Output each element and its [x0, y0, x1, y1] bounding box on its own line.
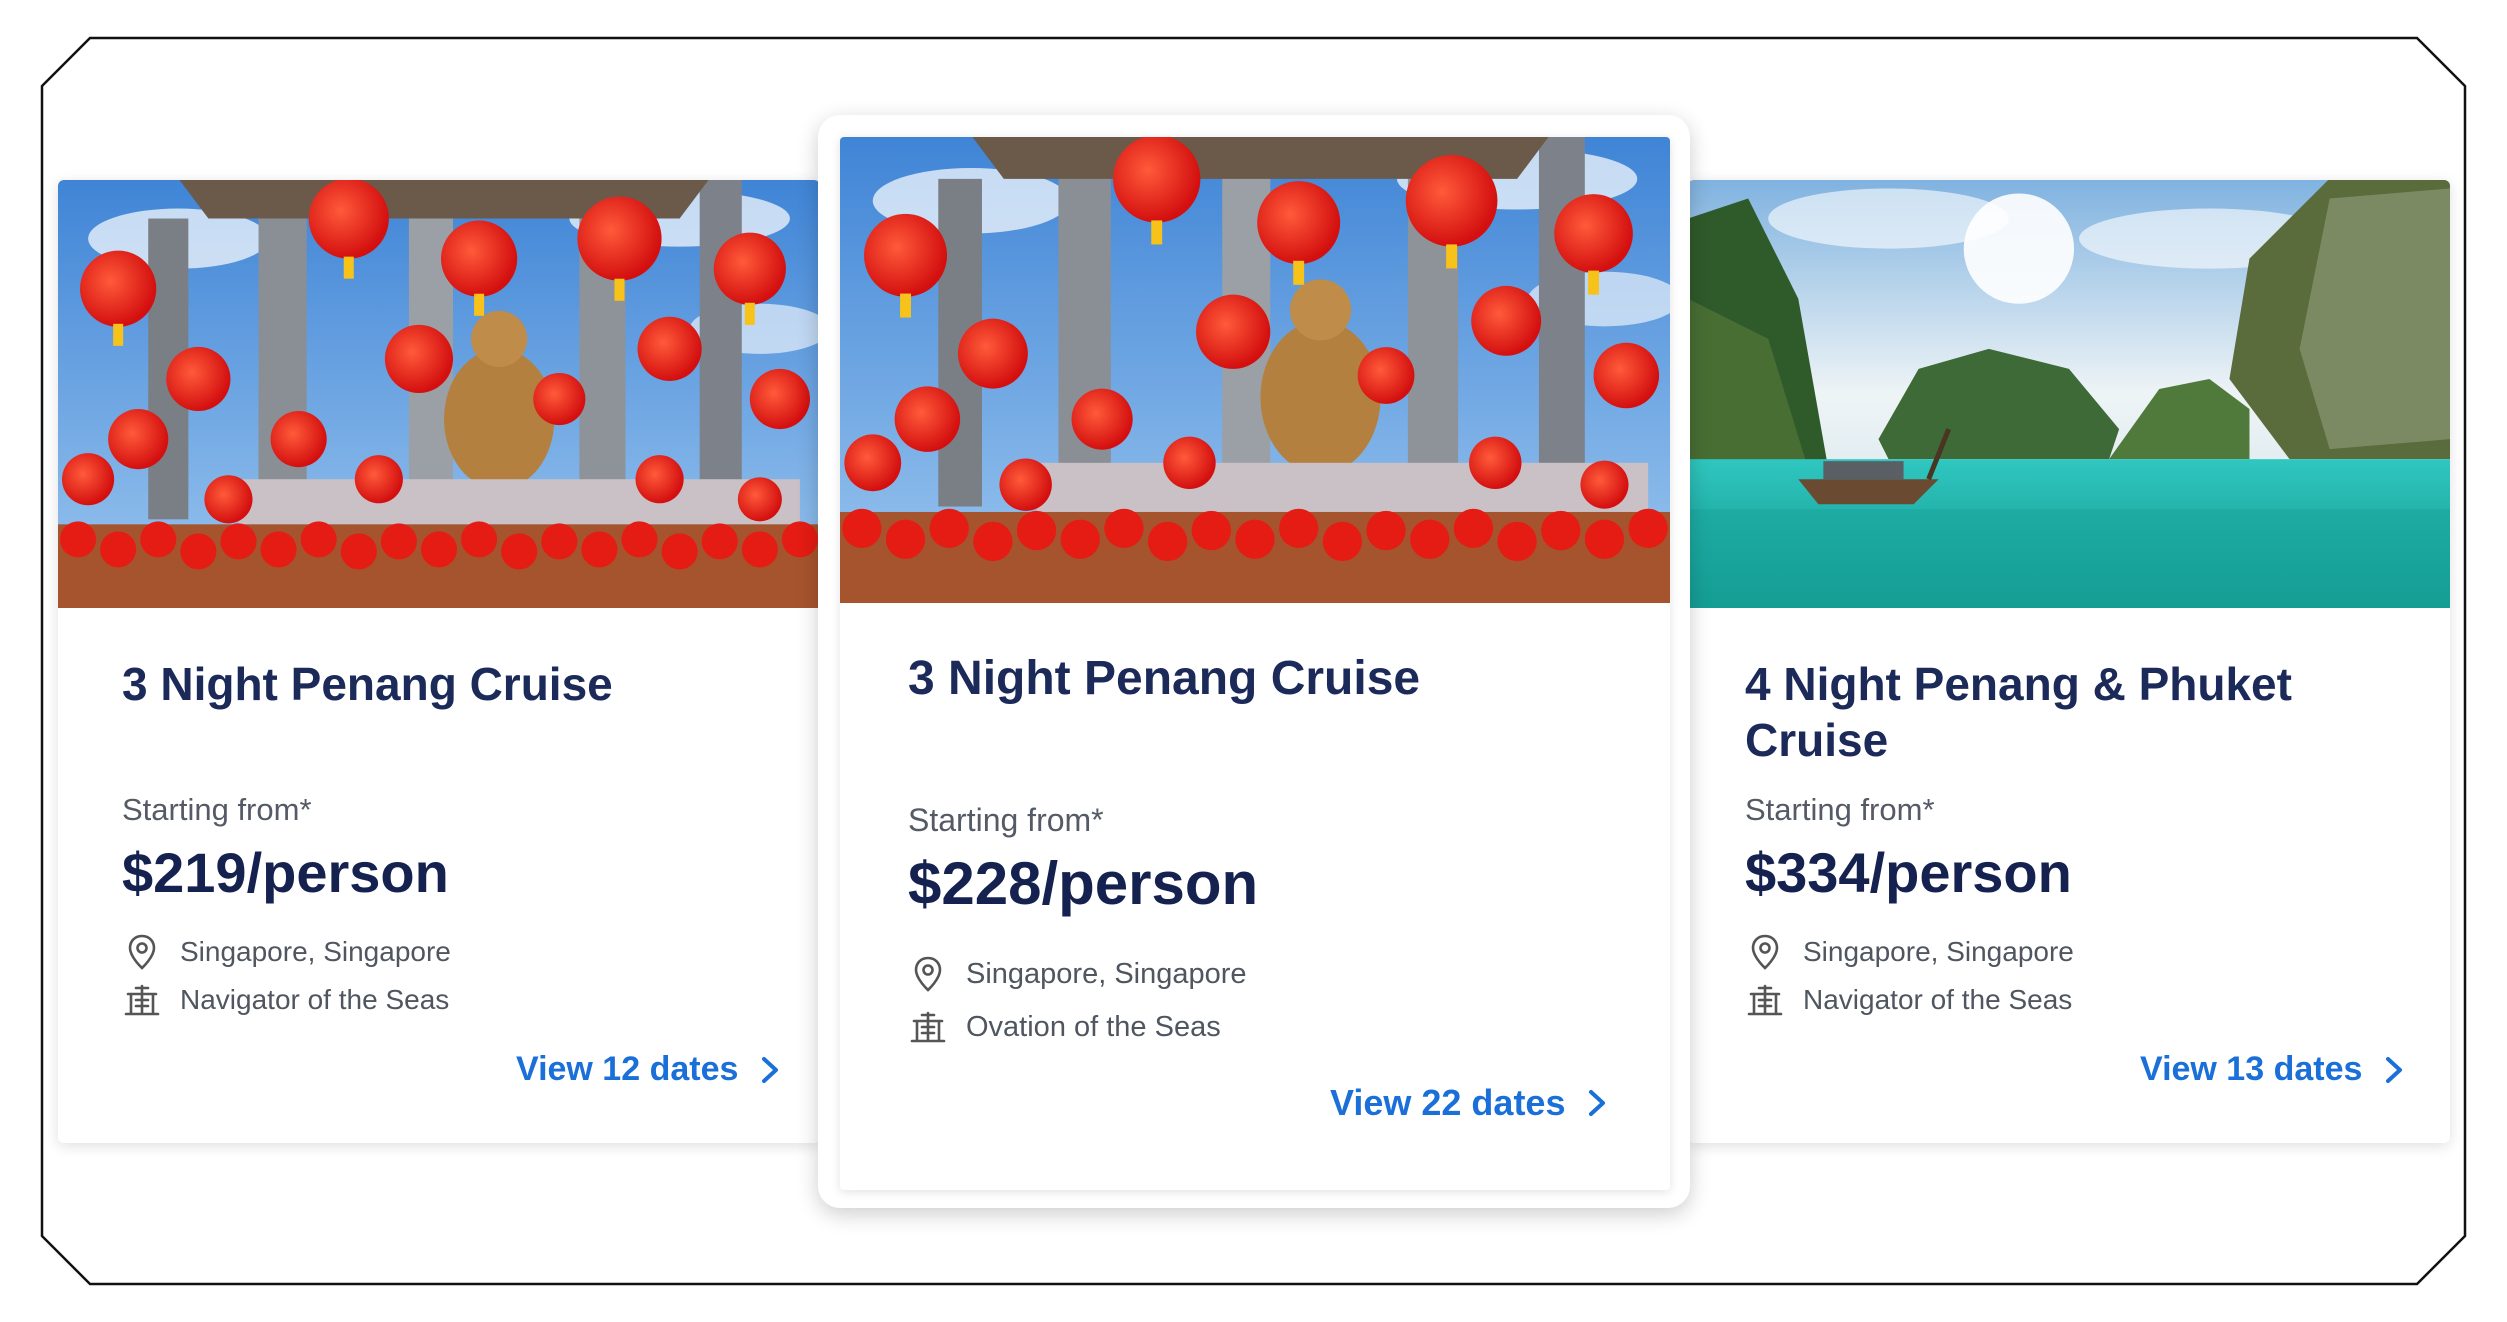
card-image-penang-lanterns: [58, 180, 820, 608]
price: $219/person: [122, 841, 449, 904]
view-dates-link[interactable]: View 22 dates: [1330, 1082, 1611, 1124]
price: $228/person: [908, 850, 1259, 917]
chevron-right-icon: [2380, 1053, 2408, 1087]
ship-icon: [122, 980, 162, 1020]
starting-from-label: Starting from*: [122, 792, 312, 827]
ship-row: Navigator of the Seas: [122, 980, 449, 1020]
cruise-card-2[interactable]: 3 Night Penang Cruise Starting from* $22…: [840, 137, 1670, 1190]
ship-text: Navigator of the Seas: [1803, 984, 2073, 1015]
card-title[interactable]: 3 Night Penang Cruise: [122, 656, 782, 712]
card-image-penang-lanterns: [840, 137, 1670, 603]
starting-from-label: Starting from*: [1745, 792, 1935, 827]
chevron-right-icon: [1583, 1086, 1611, 1120]
ship-text: Ovation of the Seas: [966, 1010, 1221, 1043]
price: $334/person: [1745, 841, 2072, 904]
view-dates-link[interactable]: View 12 dates: [516, 1050, 784, 1089]
card-image-phuket-bay: [1688, 180, 2450, 608]
location-pin-icon: [908, 954, 948, 994]
view-dates-label: View 22 dates: [1330, 1082, 1566, 1123]
view-dates-label: View 13 dates: [2140, 1050, 2363, 1088]
card-title[interactable]: 4 Night Penang & Phuket Cruise: [1745, 656, 2405, 768]
port-row: Singapore, Singapore: [908, 954, 1247, 994]
ship-icon: [1745, 980, 1785, 1020]
cruise-card-1[interactable]: 3 Night Penang Cruise Starting from* $21…: [58, 180, 820, 1143]
port-row: Singapore, Singapore: [1745, 932, 2074, 972]
location-pin-icon: [1745, 932, 1785, 972]
port-text: Singapore, Singapore: [966, 957, 1247, 990]
chevron-right-icon: [756, 1053, 784, 1087]
starting-from-label: Starting from*: [908, 802, 1104, 838]
port-row: Singapore, Singapore: [122, 932, 451, 972]
view-dates-label: View 12 dates: [516, 1050, 739, 1088]
ship-icon: [908, 1007, 948, 1047]
cruise-card-3[interactable]: 4 Night Penang & Phuket Cruise Starting …: [1688, 180, 2450, 1143]
ship-row: Navigator of the Seas: [1745, 980, 2072, 1020]
card-title[interactable]: 3 Night Penang Cruise: [908, 651, 1628, 707]
view-dates-link[interactable]: View 13 dates: [2140, 1050, 2408, 1089]
location-pin-icon: [122, 932, 162, 972]
port-text: Singapore, Singapore: [1803, 936, 2074, 967]
port-text: Singapore, Singapore: [180, 936, 451, 967]
ship-text: Navigator of the Seas: [180, 984, 450, 1015]
ship-row: Ovation of the Seas: [908, 1007, 1221, 1047]
screenshot-stage: 3 Night Penang Cruise Starting from* $21…: [0, 0, 2507, 1322]
